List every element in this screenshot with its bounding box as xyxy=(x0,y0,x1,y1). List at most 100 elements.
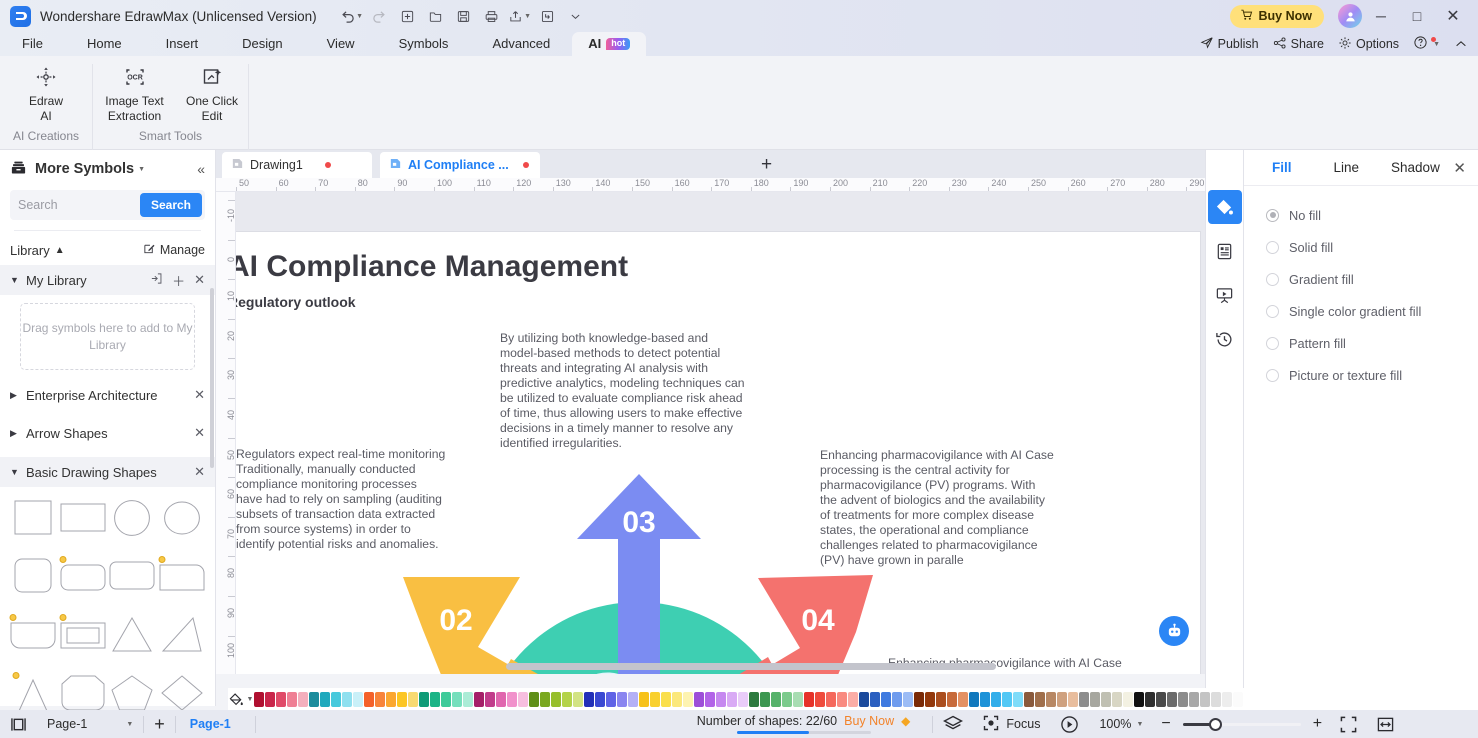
color-swatch[interactable] xyxy=(1035,691,1045,707)
open-folder-icon[interactable] xyxy=(423,4,449,28)
close-icon[interactable]: ✕ xyxy=(194,387,205,403)
page-subtitle[interactable]: Regulatory outlook xyxy=(236,294,356,310)
fill-option-solid-fill[interactable]: Solid fill xyxy=(1244,231,1478,263)
color-swatch[interactable] xyxy=(771,691,781,707)
fill-bucket-icon[interactable]: ▼ xyxy=(228,692,254,707)
color-swatch[interactable] xyxy=(463,691,473,707)
canvas-horizontal-scrollbar[interactable] xyxy=(506,663,996,670)
shape-rectangle[interactable] xyxy=(58,497,108,541)
color-swatch[interactable] xyxy=(859,691,869,707)
color-swatch[interactable] xyxy=(617,691,627,707)
color-swatch[interactable] xyxy=(1123,691,1133,707)
import-icon[interactable] xyxy=(535,4,561,28)
color-swatch[interactable] xyxy=(914,691,924,707)
document-tab-drawing1[interactable]: Drawing1 xyxy=(222,152,372,178)
color-swatch[interactable] xyxy=(265,691,275,707)
color-swatch[interactable] xyxy=(837,691,847,707)
chevron-down-icon[interactable]: ▼ xyxy=(247,696,254,703)
color-swatch[interactable] xyxy=(1178,691,1188,707)
close-button[interactable]: ✕ xyxy=(1436,1,1470,31)
infographic-diagram[interactable]: 03 02 04 AI xyxy=(368,462,1048,674)
document-properties-icon[interactable] xyxy=(1208,234,1242,268)
page-select[interactable]: Page-1 ▼ xyxy=(37,710,143,738)
color-swatch[interactable] xyxy=(1046,691,1056,707)
color-swatch[interactable] xyxy=(903,691,913,707)
color-swatch[interactable] xyxy=(980,691,990,707)
chevron-up-icon[interactable]: ▲ xyxy=(55,245,65,256)
color-swatch[interactable] xyxy=(452,691,462,707)
menu-item-design[interactable]: Design xyxy=(220,32,304,56)
add-page-button[interactable]: + xyxy=(144,710,175,738)
help-button[interactable]: ▼ xyxy=(1413,35,1440,53)
shape-rounded-square[interactable] xyxy=(8,555,58,599)
history-icon[interactable] xyxy=(1208,322,1242,356)
chevron-down-icon[interactable]: ▼ xyxy=(524,13,531,20)
focus-button[interactable]: Focus xyxy=(973,710,1050,738)
layers-button[interactable] xyxy=(933,710,973,738)
color-swatch[interactable] xyxy=(848,691,858,707)
menu-item-insert[interactable]: Insert xyxy=(144,32,221,56)
canvas-area[interactable]: AI Compliance Management Regulatory outl… xyxy=(236,192,1243,674)
shape-rounded-rectangle[interactable] xyxy=(58,555,108,599)
color-swatch[interactable] xyxy=(298,691,308,707)
menu-item-advanced[interactable]: Advanced xyxy=(470,32,572,56)
play-button[interactable] xyxy=(1050,710,1089,738)
fill-option-pattern-fill[interactable]: Pattern fill xyxy=(1244,327,1478,359)
fill-option-no-fill[interactable]: No fill xyxy=(1244,199,1478,231)
menu-item-home[interactable]: Home xyxy=(65,32,144,56)
category-my-library[interactable]: ▼ My Library ＋ ✕ xyxy=(0,265,215,295)
color-swatch[interactable] xyxy=(573,691,583,707)
color-swatch[interactable] xyxy=(606,691,616,707)
color-swatch[interactable] xyxy=(1112,691,1122,707)
color-swatch[interactable] xyxy=(408,691,418,707)
color-swatch[interactable] xyxy=(870,691,880,707)
color-swatch[interactable] xyxy=(683,691,693,707)
color-swatch[interactable] xyxy=(628,691,638,707)
ai-robot-icon[interactable] xyxy=(1159,616,1189,646)
menu-item-file[interactable]: File xyxy=(0,32,65,56)
menu-item-symbols[interactable]: Symbols xyxy=(377,32,471,56)
panel-scrollbar[interactable] xyxy=(210,288,214,468)
color-swatch[interactable] xyxy=(892,691,902,707)
shape-circle[interactable] xyxy=(108,497,158,541)
color-swatch[interactable] xyxy=(815,691,825,707)
fit-page-button[interactable] xyxy=(1330,710,1367,738)
zoom-in-button[interactable]: + xyxy=(1305,710,1330,738)
document-tab-ai-compliance[interactable]: AI Compliance ... xyxy=(380,152,540,178)
close-icon[interactable]: ✕ xyxy=(194,272,205,288)
color-swatch[interactable] xyxy=(1189,691,1199,707)
color-swatch[interactable] xyxy=(419,691,429,707)
shapes-buy-now-link[interactable]: Buy Now xyxy=(844,714,894,728)
shape-pentagon[interactable] xyxy=(108,671,158,715)
color-swatch[interactable] xyxy=(947,691,957,707)
shape-right-triangle[interactable] xyxy=(157,613,207,657)
color-swatch[interactable] xyxy=(474,691,484,707)
manage-button[interactable]: Manage xyxy=(143,242,205,258)
color-swatch[interactable] xyxy=(793,691,803,707)
import-icon[interactable] xyxy=(150,272,163,288)
color-swatch[interactable] xyxy=(254,691,264,707)
shape-double-rectangle[interactable] xyxy=(58,613,108,657)
color-swatch[interactable] xyxy=(1013,691,1023,707)
color-swatch[interactable] xyxy=(386,691,396,707)
color-swatch[interactable] xyxy=(584,691,594,707)
presentation-icon[interactable] xyxy=(1208,278,1242,312)
color-swatch[interactable] xyxy=(1101,691,1111,707)
color-swatch[interactable] xyxy=(540,691,550,707)
menu-item-ai[interactable]: AI hot xyxy=(572,32,647,56)
color-swatch[interactable] xyxy=(496,691,506,707)
page-tab-page-1[interactable]: Page-1 xyxy=(176,710,241,738)
shape-octagon[interactable] xyxy=(58,671,108,715)
color-swatch[interactable] xyxy=(1233,691,1243,707)
export-icon[interactable]: ▼ xyxy=(507,4,533,28)
fill-option-gradient-fill[interactable]: Gradient fill xyxy=(1244,263,1478,295)
color-swatch[interactable] xyxy=(749,691,759,707)
menu-item-view[interactable]: View xyxy=(305,32,377,56)
color-swatch[interactable] xyxy=(650,691,660,707)
fill-style-icon[interactable] xyxy=(1207,190,1242,224)
color-swatch[interactable] xyxy=(331,691,341,707)
color-swatch[interactable] xyxy=(1002,691,1012,707)
shape-square[interactable] xyxy=(8,497,58,541)
chevron-down-icon[interactable]: ▼ xyxy=(138,166,145,173)
color-swatch[interactable] xyxy=(551,691,561,707)
